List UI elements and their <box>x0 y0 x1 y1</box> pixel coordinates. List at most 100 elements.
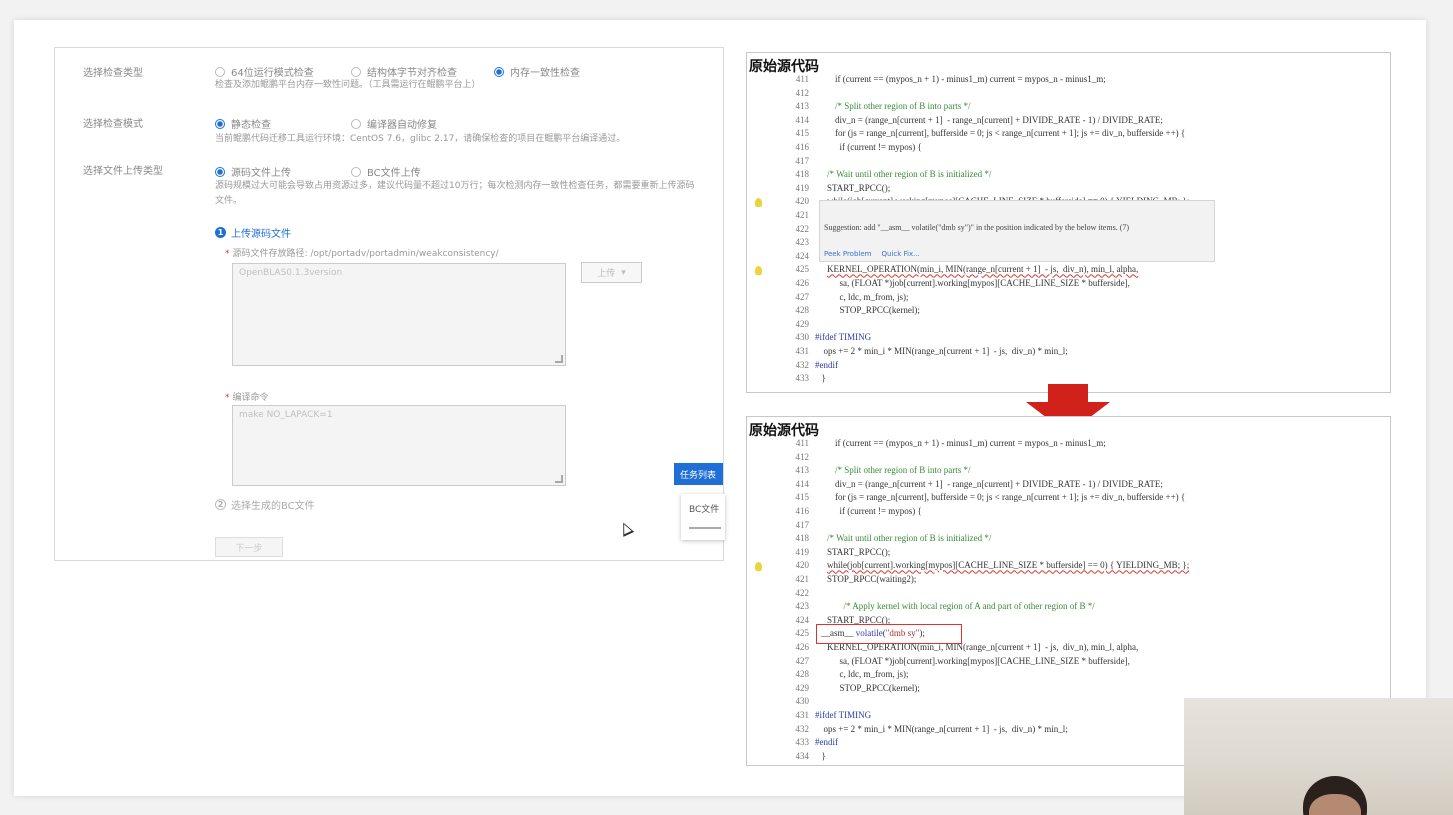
line-number: 430 <box>795 696 810 707</box>
code-line[interactable]: if (current == (mypos_n + 1) - minus1_m)… <box>835 438 1106 448</box>
line-number: 416 <box>795 142 810 152</box>
code-line[interactable]: STOP_RPCC(kernel); <box>835 305 920 315</box>
code-line[interactable]: } <box>817 373 826 383</box>
code-line[interactable]: #endif <box>815 737 838 747</box>
memory-consistency-form: 选择检查类型 64位运行模式检查 结构体字节对齐检查 内存一致性检查 检查及添加… <box>54 47 725 561</box>
line-number: 416 <box>795 506 810 516</box>
code-line[interactable]: KERNEL_OPERATION(min_i, MIN(range_n[curr… <box>827 264 1138 274</box>
code-line[interactable]: if (current != mypos) { <box>835 506 922 516</box>
code-line[interactable]: } <box>817 751 826 761</box>
radio-source-upload[interactable]: 源码文件上传 <box>215 164 291 179</box>
line-number: 429 <box>795 318 810 329</box>
suggestion-tooltip: Suggestion: add "__asm__ volatile("dmb s… <box>819 200 1215 262</box>
code-line[interactable]: if (current != mypos) { <box>835 142 922 152</box>
line-number: 414 <box>795 114 810 125</box>
radio-dot <box>351 118 361 129</box>
line-number: 422 <box>795 587 810 598</box>
caret-down-icon: ▾ <box>621 267 626 278</box>
resize-grip-icon[interactable] <box>555 355 563 363</box>
radio-dot <box>494 66 504 77</box>
line-number: 417 <box>795 519 810 530</box>
code-line[interactable]: STOP_RPCC(kernel); <box>835 683 920 693</box>
lightbulb-icon[interactable] <box>755 198 762 207</box>
code-line[interactable]: while(job[current].working[mypos][CACHE_… <box>827 560 1189 570</box>
line-number: 418 <box>795 533 810 544</box>
code-line[interactable]: div_n = (range_n[current + 1] - range_n[… <box>835 115 1163 125</box>
line-number: 424 <box>795 614 810 625</box>
source-path-label: * 源码文件存放路径: /opt/portadv/portadmin/weakco… <box>225 249 499 259</box>
radio-64bit-check[interactable]: 64位运行模式检查 <box>215 64 314 79</box>
radio-dot <box>215 66 225 77</box>
line-number: 426 <box>795 278 810 288</box>
line-number: 423 <box>795 601 810 612</box>
code-line[interactable]: START_RPCC(); <box>827 547 890 557</box>
radio-bc-upload[interactable]: BC文件上传 <box>351 164 421 179</box>
line-number: 427 <box>795 291 810 302</box>
radio-dot <box>215 166 225 177</box>
suggestion-message: Suggestion: add "__asm__ volatile("dmb s… <box>824 223 1130 232</box>
upload-type-label: 选择文件上传类型 <box>83 166 163 177</box>
code-line[interactable]: ops += 2 * min_i * MIN(range_n[current +… <box>819 724 1068 734</box>
lightbulb-icon[interactable] <box>755 562 762 571</box>
task-list-tab[interactable]: 任务列表 <box>674 463 723 485</box>
compile-command-label: * 编译命令 <box>225 393 269 403</box>
code-comment[interactable]: /* Wait until other region of B is initi… <box>827 169 991 179</box>
code-comment[interactable]: /* Split other region of B into parts */ <box>835 465 971 475</box>
compile-command-textarea[interactable]: make NO_LAPACK=1 <box>232 405 566 486</box>
radio-static-check[interactable]: 静态检查 <box>215 116 271 131</box>
line-number: 421 <box>795 210 810 220</box>
code-line[interactable]: c, ldc, m_from, js); <box>835 669 909 679</box>
code-comment[interactable]: /* Wait until other region of B is initi… <box>827 533 991 543</box>
code-line[interactable]: #ifdef TIMING <box>815 710 871 720</box>
line-number: 415 <box>795 128 810 139</box>
resize-grip-icon[interactable] <box>555 475 563 483</box>
select-bc-step[interactable]: 2 选择生成的BC文件 <box>215 497 315 512</box>
radio-struct-align-check[interactable]: 结构体字节对齐检查 <box>351 64 457 79</box>
code-line[interactable]: div_n = (range_n[current + 1] - range_n[… <box>835 479 1163 489</box>
source-path-textarea[interactable]: OpenBLAS0.1.3version <box>232 263 566 366</box>
code-line[interactable]: sa, (FLOAT *)job[current].working[mypos]… <box>835 278 1130 288</box>
code-line[interactable]: #endif <box>815 360 838 370</box>
line-number: 415 <box>795 492 810 503</box>
code-line[interactable]: STOP_RPCC(waiting2); <box>827 574 916 584</box>
radio-memory-consistency-check[interactable]: 内存一致性检查 <box>494 64 580 79</box>
line-number: 424 <box>795 250 810 261</box>
progress-bar <box>689 527 721 529</box>
original-code-panel-top: 原始源代码 411 if (current == (mypos_n + 1) - … <box>746 52 1391 393</box>
code-line[interactable]: if (current == (mypos_n + 1) - minus1_m)… <box>835 74 1106 84</box>
line-number: 422 <box>795 223 810 234</box>
code-comment[interactable]: /* Split other region of B into parts */ <box>835 101 971 111</box>
upload-source-step[interactable]: 1 上传源码文件 <box>215 225 291 240</box>
code-line[interactable]: for (js = range_n[current], bufferside =… <box>835 128 1185 138</box>
code-line[interactable]: ops += 2 * min_i * MIN(range_n[current +… <box>819 346 1068 356</box>
radio-dot <box>351 166 361 177</box>
line-number: 419 <box>795 546 810 557</box>
line-number: 432 <box>795 359 810 370</box>
peek-problem-link[interactable]: Peek Problem <box>824 250 871 258</box>
line-number: 430 <box>795 332 810 343</box>
line-number: 418 <box>795 169 810 180</box>
line-number: 434 <box>795 750 810 761</box>
radio-compiler-autofix[interactable]: 编译器自动修复 <box>351 116 437 131</box>
code-comment[interactable]: /* Apply kernel with local region of A a… <box>839 601 1095 611</box>
required-mark: * <box>225 249 230 259</box>
code-line[interactable]: for (js = range_n[current], bufferside =… <box>835 492 1185 502</box>
info-icon: 1 <box>215 227 226 238</box>
step-number-icon: 2 <box>215 499 226 510</box>
line-number: 427 <box>795 655 810 666</box>
line-number: 419 <box>795 182 810 193</box>
line-number: 426 <box>795 642 810 652</box>
lightbulb-icon[interactable] <box>755 266 762 275</box>
line-number: 421 <box>795 574 810 584</box>
code-line[interactable]: #ifdef TIMING <box>815 332 871 342</box>
code-line[interactable]: START_RPCC(); <box>827 183 890 193</box>
next-button[interactable]: 下一步 <box>215 537 283 557</box>
code-line[interactable]: c, ldc, m_from, js); <box>835 292 909 302</box>
line-number: 411 <box>795 74 809 84</box>
check-type-label: 选择检查类型 <box>83 68 143 79</box>
line-number: 414 <box>795 478 810 489</box>
upload-button[interactable]: 上传 ▾ <box>581 262 642 283</box>
quick-fix-link[interactable]: Quick Fix... <box>881 250 919 258</box>
code-line[interactable]: sa, (FLOAT *)job[current].working[mypos]… <box>835 656 1130 666</box>
bc-file-card[interactable]: BC文件 <box>681 494 725 540</box>
